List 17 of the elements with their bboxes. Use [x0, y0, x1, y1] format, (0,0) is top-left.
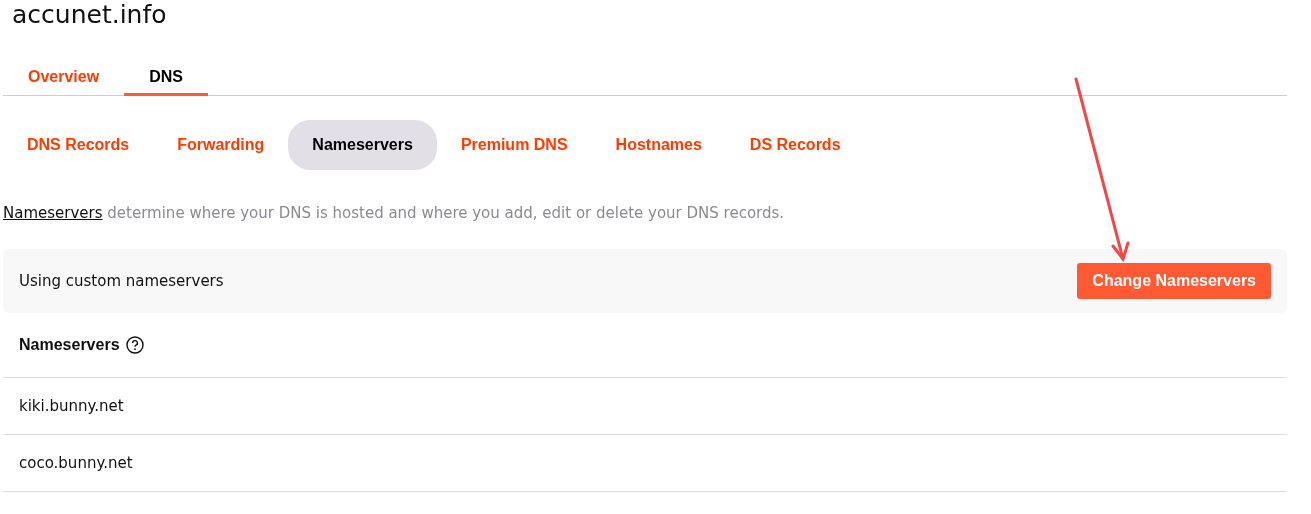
subtab[interactable]: Hostnames [591, 120, 726, 170]
nameserver-text: kiki.bunny.net [19, 395, 124, 417]
tab[interactable]: DNS [124, 53, 208, 96]
tab[interactable]: Overview [3, 53, 125, 96]
subtab[interactable]: Premium DNS [436, 120, 592, 170]
subtab[interactable]: Forwarding [153, 120, 289, 170]
change-nameservers-button[interactable]: Change Nameservers [1077, 263, 1271, 299]
subtab[interactable]: DS Records [725, 120, 865, 170]
section-heading: Nameservers [19, 335, 120, 355]
subtab[interactable]: Nameservers [288, 120, 437, 170]
subtab[interactable]: DNS Records [3, 120, 154, 170]
domain-title: accunet.info [11, 2, 168, 27]
help-icon[interactable] [125, 336, 144, 354]
status-text: Using custom nameservers [19, 270, 224, 292]
nameserver-text: coco.bunny.net [19, 452, 133, 474]
description-text: Nameservers determine where your DNS is hosted and where you add, edit or delete your DNS records. [3, 203, 786, 223]
nameservers-link[interactable]: Nameservers [3, 204, 103, 222]
